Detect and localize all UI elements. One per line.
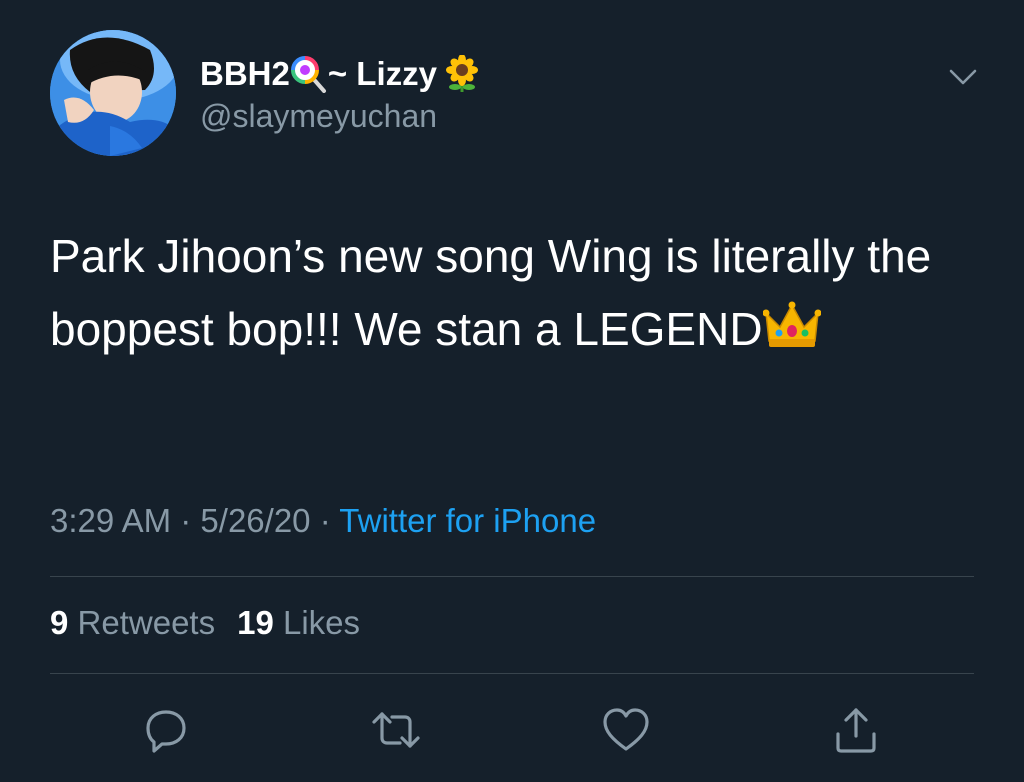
retweet-button[interactable] <box>370 704 422 756</box>
likes-label: Likes <box>282 604 361 641</box>
retweet-icon <box>372 712 420 748</box>
chevron-down-icon[interactable] <box>946 60 980 94</box>
share-button[interactable] <box>830 704 882 756</box>
reply-icon <box>146 710 186 753</box>
display-name-start: BBH2 <box>200 55 290 92</box>
likes-stat[interactable]: 19 Likes <box>237 604 360 641</box>
retweets-stat[interactable]: 9 Retweets <box>50 604 215 641</box>
retweets-label: Retweets <box>77 604 216 641</box>
user-handle[interactable]: @slaymeyuchan <box>200 98 437 135</box>
reply-button[interactable] <box>140 704 192 756</box>
tweet-meta: 3:29 AM · 5/26/20 · Twitter for iPhone <box>50 502 596 540</box>
lollipop-icon <box>290 55 328 93</box>
tweet-body: Park Jihoon’s new song Wing is literally… <box>50 220 990 366</box>
display-name[interactable]: BBH2 ~ Lizzy <box>200 52 481 96</box>
tweet-card: BBH2 ~ Lizzy @slaymeyuchan Park Jihoon’s… <box>0 0 1024 782</box>
tweet-time: 3:29 AM <box>50 502 172 539</box>
retweets-count: 9 <box>50 604 69 641</box>
meta-separator: · <box>319 502 331 539</box>
like-icon <box>603 708 649 751</box>
avatar[interactable] <box>50 30 176 156</box>
like-button[interactable] <box>600 704 652 756</box>
tweet-stats: 9 Retweets 19 Likes <box>50 604 360 642</box>
share-icon <box>836 708 876 753</box>
sunflower-icon <box>443 55 481 93</box>
display-name-rest: ~ Lizzy <box>327 55 437 92</box>
divider <box>50 576 974 577</box>
divider <box>50 673 974 674</box>
crown-icon <box>762 299 822 349</box>
likes-count: 19 <box>237 604 274 641</box>
avatar-image <box>50 30 176 156</box>
tweet-date[interactable]: 5/26/20 <box>200 502 310 539</box>
meta-separator: · <box>180 502 192 539</box>
tweet-source-link[interactable]: Twitter for iPhone <box>339 502 596 539</box>
